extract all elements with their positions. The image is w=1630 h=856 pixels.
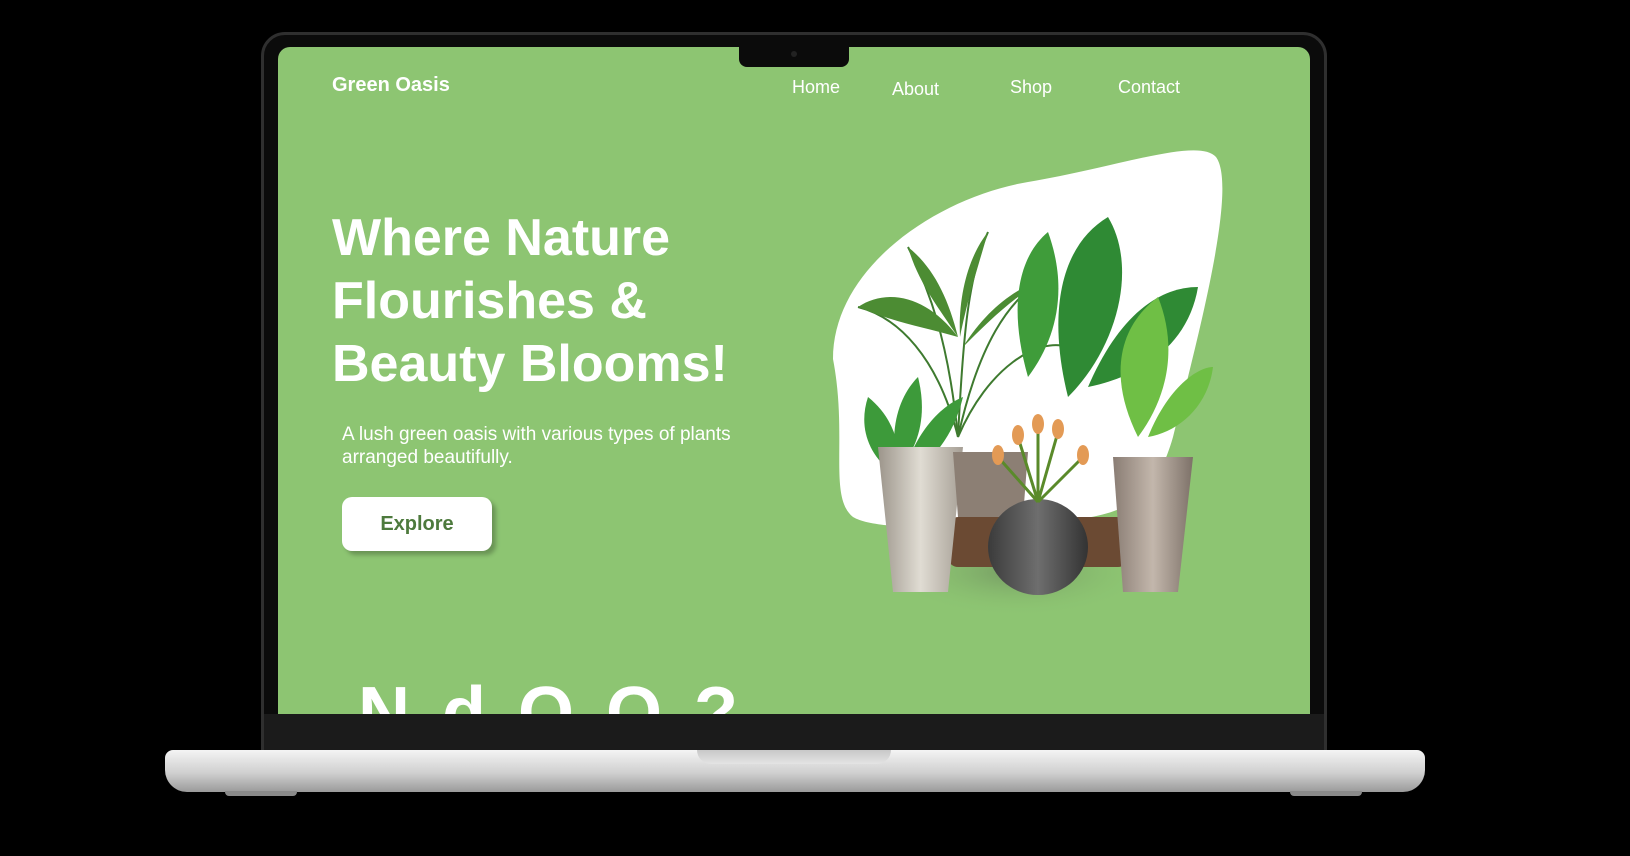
- tall-pot-right: [1113, 457, 1193, 592]
- nav-shop[interactable]: Shop: [1010, 77, 1052, 98]
- laptop-foot-right: [1290, 791, 1362, 796]
- hero-title-line-3: Beauty Blooms!: [332, 335, 728, 393]
- trackpad-notch: [697, 750, 891, 764]
- hero-title-line-1: Where Nature: [332, 209, 671, 267]
- nav-contact[interactable]: Contact: [1118, 77, 1180, 98]
- hero-description: A lush green oasis with various types of…: [342, 424, 731, 468]
- hero-title: Where Nature Flourishes & Beauty Blooms!: [332, 207, 812, 396]
- site-brand[interactable]: Green Oasis: [332, 74, 450, 97]
- laptop-foot-left: [225, 791, 297, 796]
- camera-icon: [791, 51, 797, 57]
- nav-home[interactable]: Home: [792, 77, 840, 98]
- camera-notch: [739, 47, 849, 67]
- nav-about[interactable]: About: [892, 79, 939, 100]
- explore-button[interactable]: Explore: [342, 497, 492, 551]
- round-pot-center: [988, 499, 1088, 595]
- next-section-heading: N d O O ?: [358, 673, 744, 714]
- website-screen: Green Oasis Home About Shop Contact Wher…: [278, 47, 1310, 714]
- screen-bottom-bezel: [264, 714, 1324, 750]
- potted-plants-illustration-icon: [833, 150, 1223, 617]
- hero-title-line-2: Flourishes &: [332, 272, 647, 330]
- tall-pot-left: [878, 447, 963, 592]
